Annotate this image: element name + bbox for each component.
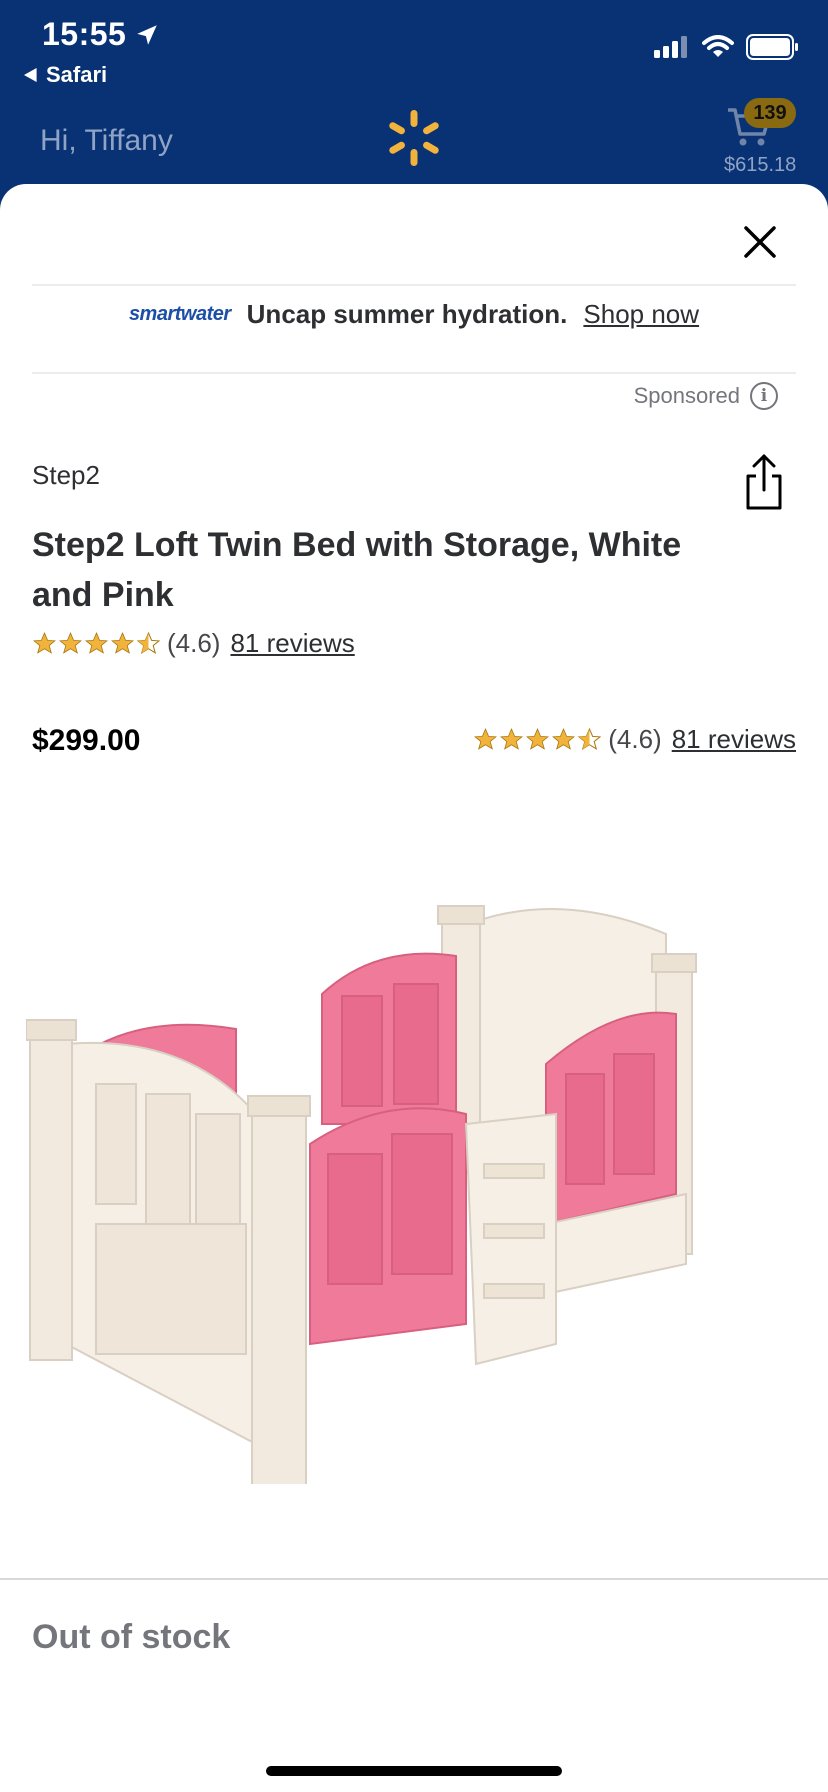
status-indicators <box>654 34 800 60</box>
ad-brand-logo: smartwater <box>128 302 231 325</box>
reviews-link[interactable]: 81 reviews <box>672 724 796 755</box>
star-full-icon <box>552 728 576 750</box>
star-half-icon <box>136 631 161 655</box>
back-to-safari[interactable]: Safari <box>24 62 107 88</box>
star-full-icon <box>500 728 524 750</box>
rating-row-price[interactable]: (4.6) 81 reviews <box>473 724 796 755</box>
home-indicator[interactable] <box>266 1766 562 1776</box>
product-sheet: smartwater Uncap summer hydration. Shop … <box>0 184 828 1792</box>
rating-value: (4.6) <box>608 724 662 754</box>
location-arrow-icon <box>137 24 158 45</box>
close-icon[interactable] <box>740 222 780 262</box>
star-full-icon <box>59 632 82 654</box>
sponsored-label: Sponsored <box>633 383 740 408</box>
app-header: 15:55 Safari Hi, Tiffany 139 $615.18 <box>0 0 828 200</box>
status-bar-time: 15:55 <box>42 16 160 53</box>
cellular-signal-icon <box>654 36 687 58</box>
star-full-icon <box>526 728 550 750</box>
star-full-icon <box>474 728 498 750</box>
star-full-icon <box>111 632 134 654</box>
star-rating <box>32 631 161 656</box>
product-title: Step2 Loft Twin Bed with Storage, White … <box>32 526 682 614</box>
star-full-icon <box>85 632 108 654</box>
reviews-link[interactable]: 81 reviews <box>230 628 354 659</box>
sponsored-ad-banner[interactable]: smartwater Uncap summer hydration. Shop … <box>0 284 828 344</box>
walmart-spark-icon[interactable] <box>384 108 444 168</box>
star-full-icon <box>33 632 56 654</box>
ad-headline: Uncap summer hydration. <box>246 298 568 329</box>
cart-total: $615.18 <box>724 154 797 176</box>
back-app-label: Safari <box>46 62 108 87</box>
status-time-text: 15:55 <box>42 16 127 52</box>
product-image[interactable] <box>26 824 802 1484</box>
cart-count-badge: 139 <box>744 98 796 128</box>
rating-value: (4.6) <box>167 628 221 658</box>
star-half-icon <box>577 727 602 751</box>
greeting: Hi, Tiffany <box>40 124 173 157</box>
sponsored-label-row[interactable]: Sponsored i <box>634 382 778 410</box>
back-triangle-icon <box>24 68 37 82</box>
rating-row-top[interactable]: (4.6) 81 reviews <box>32 628 355 659</box>
share-icon[interactable] <box>740 452 788 512</box>
product-brand[interactable]: Step2 <box>32 460 100 491</box>
wifi-icon <box>702 35 734 57</box>
cart-button[interactable]: 139 $615.18 <box>724 96 804 186</box>
star-rating <box>473 727 602 752</box>
battery-icon <box>746 34 798 60</box>
availability-status: Out of stock <box>32 1618 231 1656</box>
divider <box>32 372 796 374</box>
ad-shop-now-link[interactable]: Shop now <box>583 299 699 330</box>
divider <box>0 1578 828 1580</box>
product-price: $299.00 <box>32 724 141 757</box>
info-icon[interactable]: i <box>750 382 778 410</box>
